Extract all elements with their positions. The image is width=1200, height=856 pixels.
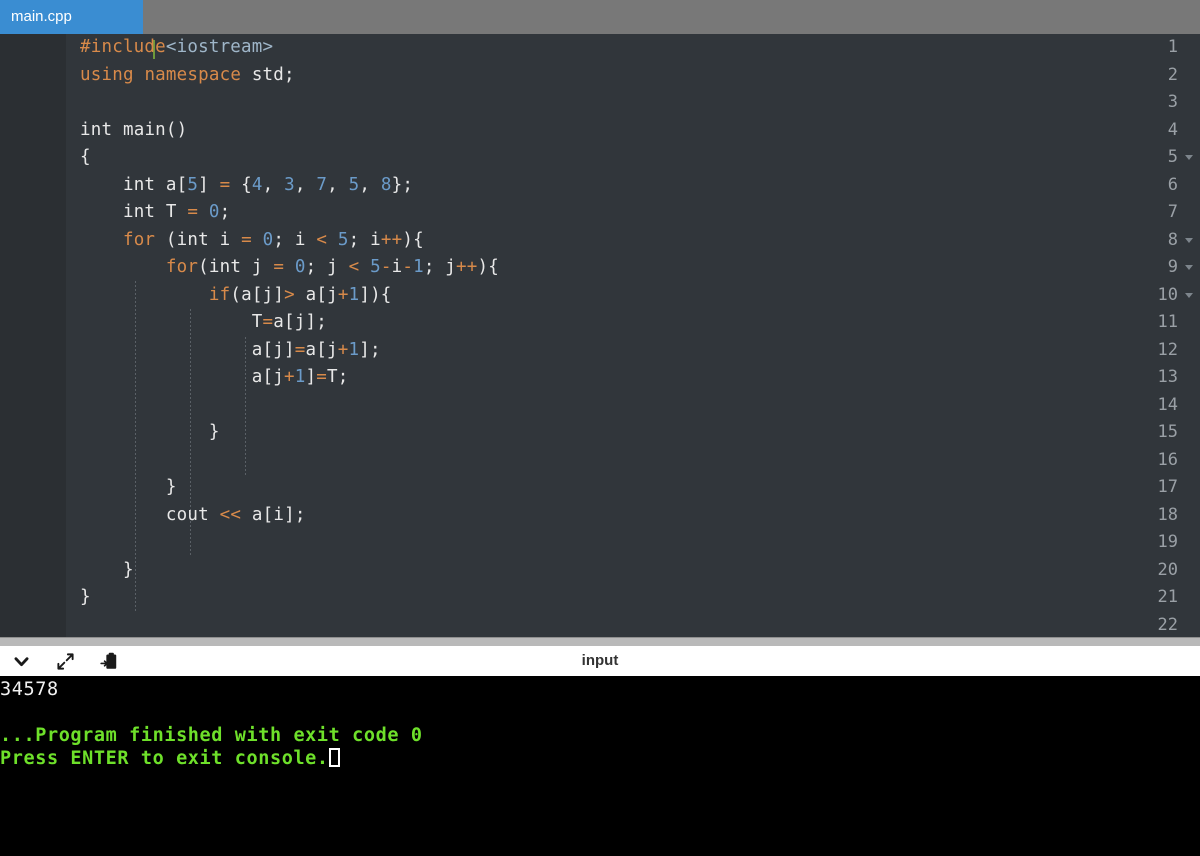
code-line-text: a[j+1]=T; — [251, 367, 349, 387]
code-line-text: } — [80, 422, 220, 442]
code-line[interactable]: 3 — [66, 89, 1200, 117]
code-editor[interactable]: 1 #include<iostream> 2 using namespace std;… — [0, 34, 1200, 637]
paste-clipboard-icon[interactable] — [92, 646, 126, 676]
code-line-text: T=a[j]; — [251, 312, 328, 332]
code-line-text: int T = 0; — [122, 202, 231, 222]
line-number: 20 — [1157, 559, 1178, 580]
editor-tab-bar: main.cpp — [0, 0, 1200, 34]
line-number: 18 — [1157, 504, 1178, 525]
console-output[interactable]: 34578 ...Program finished with exit code… — [0, 676, 1200, 856]
code-line-text: int a[5] = {4, 3, 7, 5, 8}; — [122, 174, 414, 195]
line-number: 12 — [1157, 339, 1178, 360]
line-number: 14 — [1157, 394, 1178, 415]
code-line[interactable]: 18 cout << a[i]; — [66, 502, 1200, 530]
code-line[interactable]: 9 for(int j = 0; j < 5-i-1; j++){ — [66, 254, 1200, 282]
code-line[interactable]: 15 } — [66, 419, 1200, 447]
code-line-text: #include<iostream> — [80, 37, 274, 57]
line-number: 11 — [1157, 312, 1178, 332]
code-line[interactable]: 6 int a[5] = {4, 3, 7, 5, 8}; — [66, 172, 1200, 200]
line-number: 10 — [1157, 284, 1178, 305]
code-line[interactable]: 19 — [66, 529, 1200, 557]
code-line[interactable]: 17 } — [66, 474, 1200, 502]
line-number: 15 — [1157, 422, 1178, 442]
code-line-text: for (int i = 0; i < 5; i++){ — [122, 229, 424, 250]
console-finished-message: ...Program finished with exit code 0 — [0, 725, 423, 746]
line-number: 7 — [1167, 202, 1178, 222]
code-line[interactable]: 4 int main() — [66, 117, 1200, 145]
code-line-text: if(a[j]> a[j+1]){ — [208, 284, 392, 305]
code-rows: 1 #include<iostream> 2 using namespace std;… — [66, 34, 1200, 637]
code-line[interactable]: 5{ — [66, 144, 1200, 172]
console-toolbar: input — [0, 646, 1200, 676]
code-line[interactable]: 11 T=a[j]; — [66, 309, 1200, 337]
console-program-output: 34578 — [0, 679, 59, 700]
expand-icon[interactable] — [48, 646, 82, 676]
online-cpp-ide: main.cpp 1 #include<iostream> 2 using names… — [0, 0, 1200, 856]
code-line[interactable]: 20 } — [66, 557, 1200, 585]
line-number: 4 — [1167, 119, 1178, 140]
code-fold-toggle-icon[interactable] — [1185, 292, 1193, 298]
code-line-text: int main() — [80, 119, 188, 140]
line-number: 22 — [1157, 614, 1178, 635]
chevron-down-icon[interactable] — [4, 646, 38, 676]
console-block-cursor — [328, 748, 340, 767]
code-line[interactable]: 8 for (int i = 0; i < 5; i++){ — [66, 227, 1200, 255]
code-line[interactable]: 22 — [66, 612, 1200, 638]
code-line[interactable]: 16 — [66, 447, 1200, 475]
line-number: 16 — [1157, 449, 1178, 470]
editor-console-divider[interactable] — [0, 637, 1200, 646]
input-label: input — [581, 652, 619, 669]
code-line-text: cout << a[i]; — [165, 504, 306, 525]
code-line-text: } — [80, 477, 177, 497]
line-number: 8 — [1167, 229, 1178, 250]
code-line[interactable]: 12 a[j]=a[j+1]; — [66, 337, 1200, 365]
line-number-gutter — [0, 34, 66, 637]
line-number: 5 — [1167, 147, 1178, 167]
code-line-text: { — [80, 147, 91, 167]
code-line-text: } — [80, 559, 134, 580]
line-number: 2 — [1167, 64, 1178, 85]
code-line[interactable]: 21} — [66, 584, 1200, 612]
console-prompt-message: Press ENTER to exit console. — [0, 747, 1200, 770]
line-number: 1 — [1167, 37, 1178, 57]
line-number: 3 — [1167, 92, 1178, 112]
code-line[interactable]: 2 using namespace std; — [66, 62, 1200, 90]
line-number: 21 — [1157, 587, 1178, 607]
code-fold-toggle-icon[interactable] — [1185, 155, 1193, 160]
code-line-text: a[j]=a[j+1]; — [251, 339, 381, 360]
line-number: 17 — [1157, 477, 1178, 497]
code-line-text: using namespace std; — [80, 64, 295, 85]
code-fold-toggle-icon[interactable] — [1185, 265, 1193, 270]
code-line[interactable]: 14 — [66, 392, 1200, 420]
code-line[interactable]: 1 #include<iostream> — [66, 34, 1200, 62]
line-number: 19 — [1157, 532, 1178, 552]
code-line[interactable]: 13 a[j+1]=T; — [66, 364, 1200, 392]
code-line-text: for(int j = 0; j < 5-i-1; j++){ — [165, 257, 500, 277]
code-content-area[interactable]: 1 #include<iostream> 2 using namespace std;… — [66, 34, 1200, 637]
code-fold-toggle-icon[interactable] — [1185, 237, 1193, 243]
code-line[interactable]: 7 int T = 0; — [66, 199, 1200, 227]
code-line[interactable]: 10 if(a[j]> a[j+1]){ — [66, 282, 1200, 310]
line-number: 6 — [1167, 174, 1178, 195]
tab-main-cpp[interactable]: main.cpp — [0, 0, 143, 34]
line-number: 13 — [1157, 367, 1178, 387]
line-number: 9 — [1167, 257, 1178, 277]
code-line-text: } — [80, 587, 91, 607]
console-prompt-text: Press ENTER to exit console. — [0, 748, 329, 769]
